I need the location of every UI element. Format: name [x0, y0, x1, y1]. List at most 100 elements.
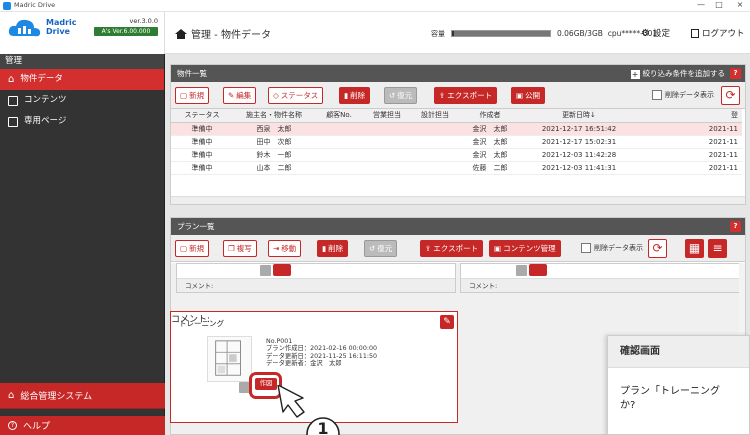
create-drawing-button[interactable]	[273, 264, 291, 276]
table-row[interactable]: 準備中 山本 二郎 佐藤 二郎 2021-12-03 11:41:31 2021-11	[171, 161, 742, 175]
close-button[interactable]: ×	[731, 0, 749, 9]
edit-plan-button[interactable]: ✎	[440, 315, 454, 329]
publish-icon: ▣	[516, 91, 524, 100]
sidebar: 管理 ⌂ 物件データ コンテンツ 専用ページ ⌂ 総合管理システム ? ヘルプ	[0, 54, 165, 435]
col-name[interactable]: 施主名・物件名称	[233, 109, 315, 123]
sidebar-item-property[interactable]: ⌂ 物件データ	[0, 69, 164, 90]
plan-created: プラン作成日：2021-02-16 00:00:00	[266, 345, 377, 353]
delete-plan-button[interactable]: ▮ 削除	[317, 240, 349, 257]
table-row[interactable]: 準備中 田中 次郎 金沢 太郎 2021-12-17 15:02:31 2021-11	[171, 135, 742, 149]
edit-button[interactable]: ✎ 編集	[223, 87, 257, 104]
sidebar-item-label: 総合管理システム	[20, 392, 93, 402]
col-registered[interactable]: 登	[637, 109, 742, 123]
pencil-icon: ✎	[228, 91, 235, 100]
content-manage-button[interactable]: ▣ コンテンツ管理	[489, 240, 561, 257]
cell-status: 準備中	[171, 148, 233, 162]
create-drawing-button[interactable]	[529, 264, 547, 276]
gear-icon: ⚙	[641, 27, 650, 39]
col-author[interactable]: 作成者	[459, 109, 521, 123]
cloud-logo-icon	[8, 19, 41, 37]
move-icon: ⇥	[273, 244, 280, 253]
help-button[interactable]: ?	[730, 221, 741, 232]
sidebar-item-private-page[interactable]: 専用ページ	[0, 111, 164, 132]
cell-sales	[363, 148, 411, 162]
edit-label: 編集	[236, 91, 252, 100]
sidebar-item-label: ヘルプ	[23, 422, 51, 432]
more-button[interactable]	[260, 265, 271, 276]
plan-panel-title: プラン一覧	[177, 222, 215, 231]
comment-text: コメント:	[461, 278, 739, 292]
checkbox-box[interactable]	[581, 243, 591, 253]
home-icon: ⌂	[8, 74, 15, 85]
plan-card[interactable]: コメント:	[176, 263, 456, 293]
dialog-message-line1: プラン「トレーニング	[620, 386, 720, 397]
cell-name: 西泉 太郎	[233, 122, 315, 136]
publish-button[interactable]: ▣ 公開	[511, 87, 546, 104]
export-icon: ⇪	[425, 244, 432, 253]
table-row[interactable]: 準備中 西泉 太郎 金沢 太郎 2021-12-17 16:51:42 2021-11	[171, 122, 742, 136]
table-header-row: ステータス 施主名・物件名称 顧客No. 営業担当 設計担当 作成者 更新日時↓…	[171, 109, 742, 123]
show-deleted-plans-checkbox[interactable]: 削除データ表示	[581, 243, 643, 253]
property-panel-title: 物件一覧	[177, 69, 207, 78]
status-button[interactable]: ◇ ステータス	[268, 87, 324, 104]
col-sales[interactable]: 営業担当	[363, 109, 411, 123]
window-title: Madric Drive	[14, 1, 56, 9]
comment-text: コメント:	[177, 278, 455, 292]
export-plan-button[interactable]: ⇪ エクスポート	[420, 240, 484, 257]
maximize-button[interactable]: □	[710, 0, 728, 9]
grid-view-button[interactable]: ▦	[685, 239, 704, 258]
capacity-bar	[451, 30, 551, 37]
property-toolbar: ▢ 新規 ✎ 編集 ◇ ステータス ▮ 削除 ↺ 復元 ⇪ エクスポート ▣ 公開 削除データ…	[171, 82, 745, 109]
cell-author: 金沢 太郎	[459, 148, 521, 162]
cell-design	[411, 122, 459, 136]
logout-button[interactable]: ログアウト	[691, 27, 745, 39]
create-drawing-button[interactable]: 作図	[255, 378, 277, 390]
new-plan-button[interactable]: ▢ 新規	[175, 240, 210, 257]
col-status[interactable]: ステータス	[171, 109, 233, 123]
show-deleted-label: 削除データ表示	[594, 244, 643, 252]
title-bar: Madric Drive — □ ×	[0, 0, 750, 12]
sidebar-item-system[interactable]: ⌂ 総合管理システム	[0, 383, 165, 409]
cell-sales	[363, 122, 411, 136]
capacity-text: 0.06GB/3GB	[557, 29, 603, 38]
content-manage-label: コンテンツ管理	[503, 244, 556, 253]
col-customer[interactable]: 顧客No.	[315, 109, 363, 123]
cell-design	[411, 161, 459, 175]
plan-card[interactable]: コメント:	[460, 263, 740, 293]
logout-icon	[691, 28, 699, 38]
help-icon: ?	[8, 421, 17, 430]
checkbox-box[interactable]	[652, 90, 662, 100]
sidebar-item-help[interactable]: ? ヘルプ	[0, 416, 165, 435]
horizontal-scrollbar[interactable]	[171, 196, 745, 204]
restore-plan-button[interactable]: ↺ 復元	[364, 240, 398, 257]
breadcrumb: 管理 - 物件データ	[175, 26, 271, 41]
list-view-button[interactable]: ≡	[708, 239, 727, 258]
sidebar-item-label: 物件データ	[20, 74, 63, 84]
restore-button[interactable]: ↺ 復元	[384, 87, 418, 104]
delete-button[interactable]: ▮ 削除	[339, 87, 371, 104]
settings-button[interactable]: ⚙ 設定	[641, 27, 670, 40]
refresh-button[interactable]: ⟳	[721, 86, 740, 105]
new-label: 新規	[189, 91, 205, 100]
plus-icon: +	[630, 70, 640, 79]
table-row[interactable]: 準備中 鈴木 一郎 金沢 太郎 2021-12-03 11:42:28 2021-11	[171, 148, 742, 162]
system-icon: ⌂	[8, 390, 15, 401]
help-button[interactable]: ?	[730, 68, 741, 79]
refresh-plans-button[interactable]: ⟳	[648, 239, 667, 258]
show-deleted-checkbox[interactable]: 削除データ表示	[652, 90, 714, 100]
add-filter-button[interactable]: + 絞り込み条件を追加する	[630, 65, 725, 82]
sidebar-item-contents[interactable]: コンテンツ	[0, 90, 164, 111]
more-button[interactable]	[516, 265, 527, 276]
restore-icon: ↺	[369, 244, 376, 253]
col-updated[interactable]: 更新日時↓	[521, 109, 637, 123]
move-button[interactable]: ⇥ 移動	[268, 240, 302, 257]
minimize-button[interactable]: —	[692, 0, 710, 9]
new-button[interactable]: ▢ 新規	[175, 87, 210, 104]
copy-button[interactable]: ❐ 複写	[223, 240, 257, 257]
capacity-label: 容量	[431, 30, 445, 38]
sidebar-item-label: コンテンツ	[24, 95, 67, 105]
trash-icon: ▮	[344, 91, 349, 100]
copy-label: 複写	[236, 244, 252, 253]
col-design[interactable]: 設計担当	[411, 109, 459, 123]
export-button[interactable]: ⇪ エクスポート	[434, 87, 498, 104]
